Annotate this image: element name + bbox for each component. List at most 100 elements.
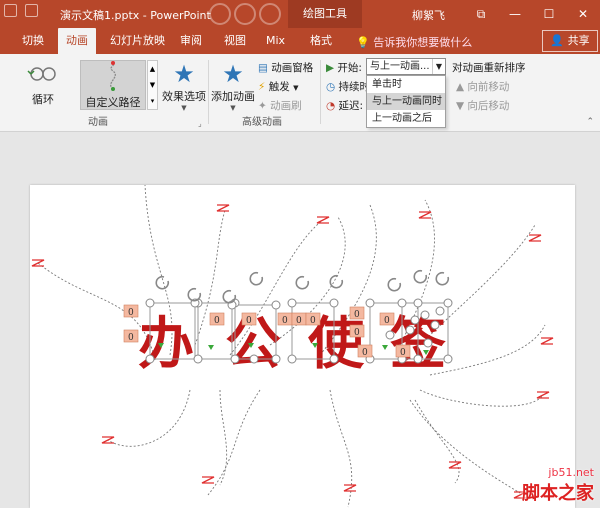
window-controls: ⧉ — ☐ ✕ — [464, 0, 600, 28]
path-start-markers — [158, 343, 429, 355]
play-icon: ▶ — [326, 62, 335, 74]
tag-label: 0 — [128, 308, 134, 318]
move-earlier-button[interactable]: ▲ 向前移动 — [456, 79, 509, 94]
painter-icon: ✦ — [258, 100, 267, 112]
start-label-text: 开始: — [337, 62, 362, 74]
trigger-label: 触发 — [268, 81, 290, 93]
ribbon: 循环 自定义路径 ▲ ▼ ▾ ★ 效果选项 ▼ 动画 ⌟ ★ 添加动画 ▼ ▤ … — [0, 54, 600, 132]
scroll-up-icon[interactable]: ▲ — [148, 61, 157, 77]
ribbon-tabs: 切换 动画 幻灯片放映 审阅 视图 Mix 格式 💡 告诉我你想要做什么 👤 共… — [0, 28, 600, 54]
rotate-handles[interactable] — [155, 269, 450, 304]
custom-path-icon — [110, 61, 116, 91]
animation-painter-label: 动画刷 — [270, 100, 302, 112]
animation-loop[interactable]: 循环 — [8, 60, 78, 110]
move-later-button[interactable]: ▼ 向后移动 — [456, 98, 509, 113]
tab-mix[interactable]: Mix — [258, 28, 293, 54]
minimize-button[interactable]: — — [498, 0, 532, 28]
delay-clock-icon: ◔ — [326, 100, 336, 112]
triangle-up-icon: ▲ — [456, 81, 465, 93]
undo-icon[interactable] — [25, 4, 38, 17]
person-icon: 👤 — [550, 34, 565, 47]
tag-label: 0 — [400, 348, 406, 358]
clock-icon: ◷ — [326, 81, 336, 93]
user-name[interactable]: 柳絮飞 — [412, 7, 445, 23]
effect-options-label: 效果选项 — [162, 90, 206, 103]
start-dropdown-menu: 单击时 与上一动画同时 上一动画之后 — [366, 75, 446, 128]
watermark-logo: 脚本之家 — [522, 483, 594, 504]
chevron-down-icon: ▼ — [293, 84, 299, 92]
triangle-down-icon: ▼ — [456, 100, 465, 112]
restore-button[interactable]: ☐ — [532, 0, 566, 28]
start-dropdown-value: 与上一动画... — [370, 61, 430, 72]
group-separator — [320, 60, 321, 124]
tab-format[interactable]: 格式 — [302, 28, 340, 54]
menu-item-on-click[interactable]: 单击时 — [367, 76, 445, 93]
title-decoration-icon — [209, 3, 281, 25]
pane-icon: ▤ — [258, 62, 268, 74]
chevron-down-icon[interactable]: ▼ — [432, 59, 445, 74]
move-later-label: 向后移动 — [467, 100, 510, 112]
tag-label: 0 — [310, 316, 316, 326]
tab-slideshow[interactable]: 幻灯片放映 — [102, 28, 173, 54]
loop-icon — [27, 67, 56, 81]
tell-me-text: 告诉我你想要做什么 — [373, 36, 473, 49]
quick-access-toolbar — [4, 4, 38, 17]
slide-canvas[interactable]: 办 公 使 签 0 0 0 0 0 0 0 0 0 0 0 0 — [30, 184, 575, 508]
watermark-url: jb51.net — [548, 466, 594, 479]
tag-label: 0 — [362, 348, 368, 358]
title-bar: 演示文稿1.pptx - PowerPoint 绘图工具 柳絮飞 ⧉ — ☐ ✕ — [0, 0, 600, 28]
delay-label: ◔ 延迟: — [326, 98, 363, 113]
tag-label: 0 — [384, 316, 390, 326]
start-label: ▶ 开始: — [326, 60, 362, 75]
close-button[interactable]: ✕ — [566, 0, 600, 28]
tab-view[interactable]: 视图 — [216, 28, 254, 54]
add-star-icon: ★ — [222, 60, 244, 88]
trigger-button[interactable]: ⚡ 触发 ▼ — [258, 79, 298, 94]
animation-custom-path-label: 自定义路径 — [85, 96, 141, 109]
group-separator — [208, 60, 209, 124]
tab-transitions[interactable]: 切换 — [14, 28, 52, 54]
slide-content: 办 公 使 签 0 0 0 0 0 0 0 0 0 0 0 0 — [31, 184, 554, 508]
star-icon: ★ — [173, 60, 195, 88]
tell-me-box[interactable]: 💡 告诉我你想要做什么 — [356, 34, 472, 50]
effect-options-button[interactable]: ★ 效果选项 ▼ — [160, 60, 208, 112]
gallery-more-icon[interactable]: ▾ — [148, 93, 157, 109]
tag-label: 0 — [354, 310, 360, 320]
chevron-down-icon: ▼ — [181, 104, 187, 112]
animation-painter-button[interactable]: ✦ 动画刷 — [258, 98, 302, 113]
animation-pane-label: 动画窗格 — [271, 62, 314, 74]
ribbon-display-icon[interactable]: ⧉ — [464, 0, 498, 28]
animation-pane-button[interactable]: ▤ 动画窗格 — [258, 60, 313, 75]
add-animation-button[interactable]: ★ 添加动画 ▼ — [210, 60, 256, 112]
duration-label: ◷ 持续时 — [326, 79, 370, 94]
lightbulb-icon: 💡 — [356, 36, 370, 49]
gallery-scroll[interactable]: ▲ ▼ ▾ — [147, 60, 158, 110]
tag-label: 0 — [296, 316, 302, 326]
tag-label: 0 — [246, 316, 252, 326]
dialog-launcher-icon[interactable]: ⌟ — [198, 119, 202, 128]
share-button[interactable]: 👤 共享 — [542, 30, 598, 52]
move-earlier-label: 向前移动 — [467, 81, 510, 93]
animation-custom-path[interactable]: 自定义路径 — [80, 60, 146, 110]
reorder-title: 对动画重新排序 — [452, 62, 526, 74]
start-dropdown[interactable]: 与上一动画... ▼ — [366, 58, 446, 75]
chevron-down-icon: ▼ — [230, 104, 236, 112]
scroll-down-icon[interactable]: ▼ — [148, 77, 157, 93]
window-title: 演示文稿1.pptx - PowerPoint — [60, 9, 211, 22]
tag-label: 0 — [214, 316, 220, 326]
save-icon[interactable] — [4, 4, 17, 17]
delay-label-text: 延迟: — [338, 100, 364, 112]
group-label-animation: 动画 — [88, 117, 108, 128]
menu-item-after-previous[interactable]: 上一动画之后 — [367, 110, 445, 127]
tab-animations[interactable]: 动画 — [58, 28, 96, 54]
tag-label: 0 — [282, 316, 288, 326]
add-animation-label: 添加动画 — [211, 90, 255, 103]
share-label: 共享 — [567, 34, 590, 47]
menu-item-with-previous[interactable]: 与上一动画同时 — [367, 93, 445, 110]
tag-label: 0 — [354, 328, 360, 338]
collapse-ribbon-icon[interactable]: ⌃ — [586, 117, 594, 127]
char-ban[interactable]: 办 — [138, 311, 194, 377]
animation-loop-label: 循环 — [32, 93, 54, 106]
group-label-advanced: 高级动画 — [242, 117, 282, 128]
tab-review[interactable]: 审阅 — [172, 28, 210, 54]
